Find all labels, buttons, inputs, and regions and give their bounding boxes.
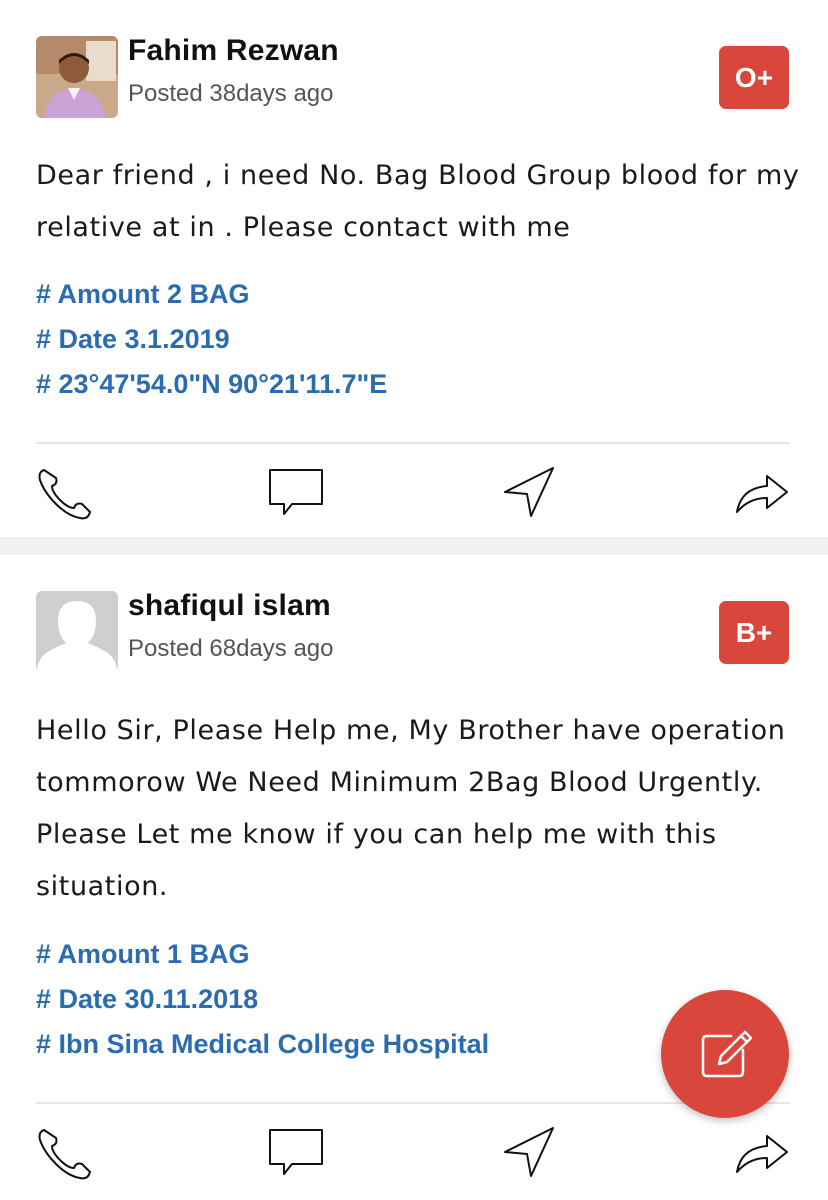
author-name[interactable]: shafiqul islam	[128, 589, 331, 623]
call-button[interactable]	[32, 1120, 96, 1184]
avatar[interactable]	[36, 591, 118, 673]
navigation-icon	[504, 1127, 554, 1177]
navigate-button[interactable]	[497, 1120, 561, 1184]
navigation-icon	[504, 467, 554, 517]
divider	[36, 442, 790, 444]
tag-date[interactable]: # Date 3.1.2019	[36, 317, 736, 362]
blood-group-badge: O+	[719, 46, 789, 109]
phone-icon	[38, 1129, 91, 1180]
author-name[interactable]: Fahim Rezwan	[128, 34, 339, 68]
create-post-button[interactable]	[661, 990, 789, 1118]
post-time: Posted 68days ago	[128, 635, 334, 662]
tag-amount[interactable]: # Amount 2 BAG	[36, 272, 736, 317]
share-button[interactable]	[729, 460, 793, 524]
post-card: Fahim Rezwan Posted 38days ago O+ Dear f…	[0, 0, 828, 537]
post-tags: # Amount 2 BAG # Date 3.1.2019 # 23°47'5…	[36, 272, 736, 407]
call-button[interactable]	[32, 460, 96, 524]
post-actions	[0, 450, 828, 530]
phone-icon	[38, 469, 91, 520]
share-button[interactable]	[729, 1120, 793, 1184]
comment-icon	[269, 1129, 323, 1175]
edit-icon	[701, 1030, 753, 1078]
comment-icon	[269, 469, 323, 515]
avatar-photo	[36, 36, 118, 118]
post-tags: # Amount 1 BAG # Date 30.11.2018 # Ibn S…	[36, 932, 736, 1067]
post-message: Hello Sir, Please Help me, My Brother ha…	[36, 715, 786, 902]
post-message: Dear friend , i need No. Bag Blood Group…	[36, 160, 800, 243]
tag-location[interactable]: # 23°47'54.0"N 90°21'11.7"E	[36, 362, 736, 407]
blood-group-badge: B+	[719, 601, 789, 664]
share-icon	[736, 1135, 788, 1173]
tag-amount[interactable]: # Amount 1 BAG	[36, 932, 736, 977]
avatar[interactable]	[36, 36, 118, 118]
comment-button[interactable]	[264, 1120, 328, 1184]
share-icon	[736, 475, 788, 513]
post-time: Posted 38days ago	[128, 80, 334, 107]
navigate-button[interactable]	[497, 460, 561, 524]
divider	[36, 1102, 790, 1104]
tag-date[interactable]: # Date 30.11.2018	[36, 977, 736, 1022]
post-actions	[0, 1110, 828, 1190]
tag-location[interactable]: # Ibn Sina Medical College Hospital	[36, 1022, 736, 1067]
post-feed: Fahim Rezwan Posted 38days ago O+ Dear f…	[0, 0, 828, 1200]
comment-button[interactable]	[264, 460, 328, 524]
avatar-placeholder	[36, 591, 118, 673]
